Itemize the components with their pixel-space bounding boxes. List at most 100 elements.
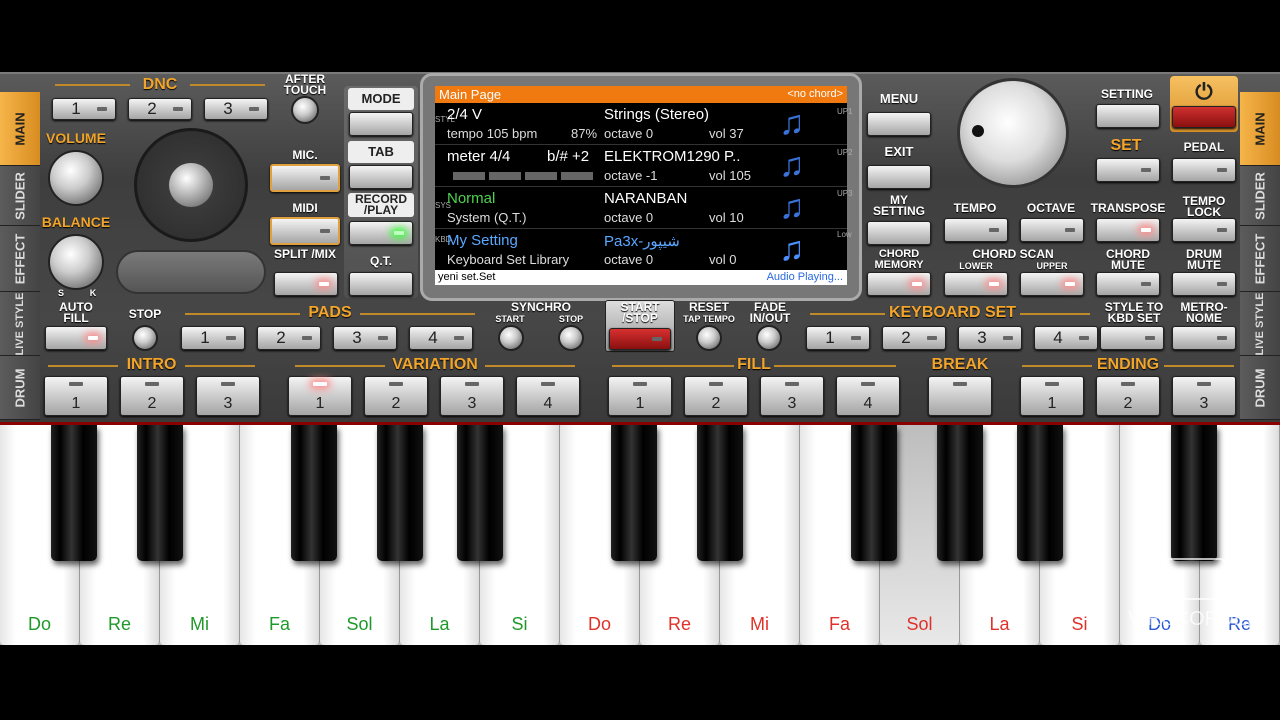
midi-button[interactable] [270, 217, 340, 245]
black-key[interactable] [1171, 425, 1217, 561]
fill-button-1[interactable]: 1 [608, 376, 672, 416]
power-button[interactable] [1172, 106, 1236, 128]
upper2-octave: octave -1 [604, 168, 658, 183]
kbd-set-button-2[interactable]: 2 [882, 326, 946, 350]
split-mix-button[interactable] [274, 272, 338, 296]
lcd-row-style[interactable]: 2/4 V tempo 105 bpm 87% Strings (Stereo)… [435, 104, 847, 145]
dnc-button-2[interactable]: 2 [128, 98, 192, 120]
variation-button-4[interactable]: 4 [516, 376, 580, 416]
reset-knob[interactable] [696, 325, 722, 351]
chord-scan-upper-button[interactable] [1020, 272, 1084, 296]
mode-button[interactable] [349, 112, 413, 136]
setting-button[interactable] [1096, 104, 1160, 128]
tab-live-style-left[interactable]: LIVE STYLE [0, 292, 40, 356]
tab-main-right[interactable]: MAIN [1240, 92, 1280, 166]
black-key[interactable] [51, 425, 97, 561]
kbd-set-button-4[interactable]: 4 [1034, 326, 1098, 350]
pad-button-4[interactable]: 4 [409, 326, 473, 350]
pad-button-1[interactable]: 1 [181, 326, 245, 350]
variation-button-3[interactable]: 3 [440, 376, 504, 416]
qt-button[interactable] [349, 272, 413, 296]
style-to-kbd-button[interactable] [1100, 326, 1164, 350]
black-key[interactable] [611, 425, 657, 561]
data-dial[interactable] [957, 78, 1069, 188]
tab-effect-right[interactable]: EFFECT [1240, 226, 1280, 292]
mic-button[interactable] [270, 164, 340, 192]
variation-button-2[interactable]: 2 [364, 376, 428, 416]
lcd-row-system[interactable]: Normal System (Q.T.) NARANBAN octave 0 v… [435, 188, 847, 229]
dnc-button-3[interactable]: 3 [204, 98, 268, 120]
black-key[interactable] [137, 425, 183, 561]
tab-main-left[interactable]: MAIN [0, 92, 40, 166]
menu-button[interactable] [867, 112, 931, 136]
black-key[interactable] [697, 425, 743, 561]
music-note-icon[interactable]: ♫ [779, 106, 805, 140]
pitch-bend-slider[interactable] [116, 250, 266, 294]
fade-knob[interactable] [756, 325, 782, 351]
metronome-button[interactable] [1172, 326, 1236, 350]
black-key[interactable] [1017, 425, 1063, 561]
tab-drum-right[interactable]: DRUM [1240, 356, 1280, 420]
transpose-button[interactable] [1096, 218, 1160, 242]
tab-slider-right[interactable]: SLIDER [1240, 166, 1280, 226]
music-note-icon[interactable]: ♫ [779, 232, 805, 266]
fill-button-2[interactable]: 2 [684, 376, 748, 416]
record-play-button[interactable] [349, 221, 413, 245]
button-number: 1 [635, 395, 645, 412]
joystick-ball[interactable] [169, 163, 213, 207]
pad-button-2[interactable]: 2 [257, 326, 321, 350]
intro-button-1[interactable]: 1 [44, 376, 108, 416]
balance-knob[interactable] [48, 234, 104, 290]
chord-memory-button[interactable] [867, 272, 931, 296]
break-button[interactable] [928, 376, 992, 416]
intro-button-3[interactable]: 3 [196, 376, 260, 416]
pad-button-3[interactable]: 3 [333, 326, 397, 350]
lcd-screen: Main Page <no chord> STYL SYS KBD UP1 UP2… [435, 86, 853, 285]
black-key[interactable] [851, 425, 897, 561]
dnc-button-1[interactable]: 1 [52, 98, 116, 120]
key-label: Fa [828, 614, 850, 634]
fill-button-4[interactable]: 4 [836, 376, 900, 416]
drum-mute-button[interactable] [1172, 272, 1236, 296]
black-key[interactable] [937, 425, 983, 561]
synchro-start-knob[interactable] [498, 325, 524, 351]
lcd-row-keyboard-set[interactable]: My Setting Keyboard Set Library Pa3x-شیپ… [435, 230, 847, 271]
synchro-stop-knob[interactable] [558, 325, 584, 351]
tab-effect-left[interactable]: EFFECT [0, 226, 40, 292]
ending-button-2[interactable]: 2 [1096, 376, 1160, 416]
variation-button-1[interactable]: 1 [288, 376, 352, 416]
pedal-button[interactable] [1172, 158, 1236, 182]
exit-button[interactable] [867, 165, 931, 189]
intro-button-2[interactable]: 2 [120, 376, 184, 416]
tempo-button[interactable] [944, 218, 1008, 242]
my-setting-label: MY SETTING [872, 193, 925, 218]
set-button[interactable] [1096, 158, 1160, 182]
tempo-lock-button[interactable] [1172, 218, 1236, 242]
my-setting-button[interactable] [867, 221, 931, 245]
kbd-set-button-1[interactable]: 1 [806, 326, 870, 350]
music-note-icon[interactable]: ♫ [779, 148, 805, 182]
pads-stop-knob[interactable] [132, 325, 158, 351]
ending-button-3[interactable]: 3 [1172, 376, 1236, 416]
music-note-icon[interactable]: ♫ [779, 190, 805, 224]
octave-button[interactable] [1020, 218, 1084, 242]
black-key[interactable] [377, 425, 423, 561]
black-key[interactable] [457, 425, 503, 561]
chord-scan-lower-button[interactable] [944, 272, 1008, 296]
joystick-pad[interactable] [134, 128, 248, 242]
ending-button-1[interactable]: 1 [1020, 376, 1084, 416]
black-key[interactable] [291, 425, 337, 561]
after-touch-knob[interactable] [291, 96, 319, 124]
dnc-label: DNC [142, 76, 178, 93]
chord-mute-button[interactable] [1096, 272, 1160, 296]
fill-button-3[interactable]: 3 [760, 376, 824, 416]
start-stop-button[interactable] [609, 328, 671, 350]
tab-button[interactable] [349, 165, 413, 189]
tab-live-style-right[interactable]: LIVE STYLE [1240, 292, 1280, 356]
tab-drum-left[interactable]: DRUM [0, 356, 40, 420]
kbd-set-button-3[interactable]: 3 [958, 326, 1022, 350]
volume-knob[interactable] [48, 150, 104, 206]
start-stop-label: START /STOP [620, 300, 660, 325]
auto-fill-button[interactable] [45, 326, 107, 350]
lcd-row-meter[interactable]: meter 4/4 b/# +2 ELEKTROM1290 P.. octave… [435, 146, 847, 187]
